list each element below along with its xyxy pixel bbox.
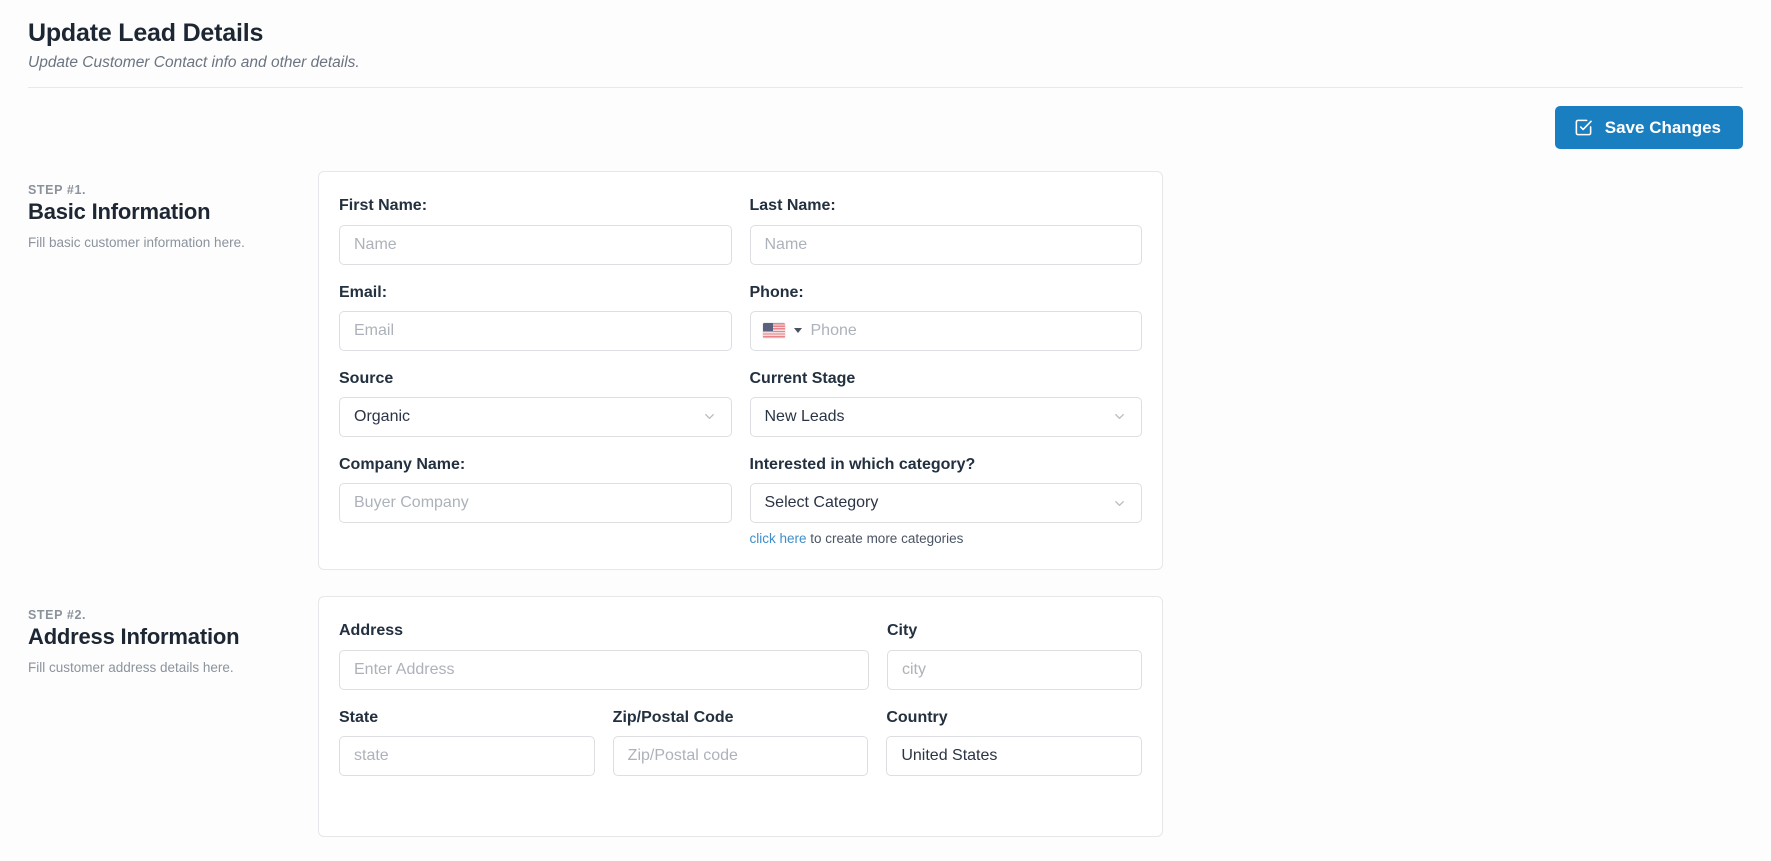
address-placeholder: Enter Address bbox=[354, 660, 455, 678]
email-input[interactable]: Email bbox=[339, 310, 732, 351]
current-stage-group: Current Stage New Leads bbox=[749, 369, 1142, 437]
last-name-placeholder: Name bbox=[764, 235, 808, 253]
step-1-kicker: STEP #1. bbox=[28, 183, 87, 198]
step-1-aside: STEP #1. Basic Information Fill basic cu… bbox=[28, 171, 318, 251]
step-basic-information: STEP #1. Basic Information Fill basic cu… bbox=[0, 171, 1771, 571]
chevron-down-icon bbox=[702, 409, 717, 424]
update-lead-details-page: Update Lead Details Update Customer Cont… bbox=[0, 0, 1771, 861]
first-name-group: First Name: Name bbox=[339, 196, 732, 265]
company-name-group: Company Name: Buyer Company bbox=[339, 455, 732, 547]
step-2-heading: Address Information bbox=[28, 624, 240, 650]
category-select[interactable]: Select Category bbox=[749, 483, 1142, 524]
page-title: Update Lead Details bbox=[28, 19, 264, 47]
company-name-placeholder: Buyer Company bbox=[354, 494, 469, 512]
state-label: State bbox=[339, 708, 379, 726]
step-1-heading: Basic Information bbox=[28, 199, 211, 225]
city-input[interactable]: city bbox=[887, 649, 1142, 690]
chevron-down-icon bbox=[1112, 409, 1127, 424]
address-group: Address Enter Address bbox=[339, 621, 869, 690]
chevron-down-icon bbox=[1112, 496, 1127, 511]
city-label: City bbox=[887, 622, 918, 640]
first-name-input[interactable]: Name bbox=[339, 224, 732, 265]
step-2-description: Fill customer address details here. bbox=[28, 659, 234, 675]
address-information-card: Address Enter Address City city State st… bbox=[318, 596, 1163, 837]
company-name-input[interactable]: Buyer Company bbox=[339, 483, 732, 524]
step-1-description: Fill basic customer information here. bbox=[28, 234, 245, 250]
source-label: Source bbox=[339, 369, 394, 387]
country-value: United States bbox=[901, 746, 998, 764]
email-group: Email: Email bbox=[339, 283, 732, 351]
city-group: City city bbox=[887, 621, 1142, 690]
us-flag-icon[interactable] bbox=[762, 323, 785, 339]
zip-label: Zip/Postal Code bbox=[612, 708, 734, 726]
country-label: Country bbox=[886, 708, 948, 726]
create-categories-link[interactable]: click here bbox=[750, 531, 807, 546]
company-category-row: Company Name: Buyer Company Interested i… bbox=[339, 455, 1142, 547]
state-placeholder: state bbox=[354, 746, 389, 764]
page-header: Update Lead Details Update Customer Cont… bbox=[0, 0, 1771, 73]
category-label: Interested in which category? bbox=[749, 455, 976, 473]
category-group: Interested in which category? Select Cat… bbox=[749, 455, 1143, 547]
phone-label: Phone: bbox=[749, 283, 804, 301]
state-zip-country-row: State state Zip/Postal Code Zip/Postal c… bbox=[339, 708, 1143, 776]
city-placeholder: city bbox=[902, 660, 926, 678]
address-label: Address bbox=[339, 622, 404, 640]
actions-row: Save Changes bbox=[0, 88, 1771, 150]
save-changes-button[interactable]: Save Changes bbox=[1554, 106, 1743, 150]
last-name-label: Last Name: bbox=[749, 197, 836, 215]
create-categories-hint-text: to create more categories bbox=[806, 531, 964, 547]
phone-group: Phone: Phone bbox=[749, 283, 1142, 351]
last-name-group: Last Name: Name bbox=[749, 196, 1142, 265]
first-name-label: First Name: bbox=[339, 197, 428, 215]
zip-placeholder: Zip/Postal code bbox=[627, 746, 738, 764]
check-square-icon bbox=[1574, 118, 1593, 137]
zip-group: Zip/Postal Code Zip/Postal code bbox=[612, 708, 869, 776]
current-stage-select[interactable]: New Leads bbox=[749, 396, 1142, 437]
country-code-chevron-down-icon[interactable] bbox=[793, 328, 802, 334]
contact-row: Email: Email Phone: Phone bbox=[339, 283, 1142, 351]
zip-input[interactable]: Zip/Postal code bbox=[612, 735, 869, 776]
company-name-label: Company Name: bbox=[339, 455, 466, 473]
name-row: First Name: Name Last Name: Name bbox=[339, 196, 1142, 265]
state-group: State state bbox=[339, 708, 595, 776]
source-stage-row: Source Organic Current Stage New Leads bbox=[339, 369, 1142, 437]
country-group: Country United States bbox=[886, 708, 1143, 776]
first-name-placeholder: Name bbox=[354, 235, 397, 253]
save-changes-label: Save Changes bbox=[1604, 118, 1721, 138]
address-city-row: Address Enter Address City city bbox=[339, 621, 1142, 690]
source-value: Organic bbox=[354, 407, 411, 425]
last-name-input[interactable]: Name bbox=[749, 224, 1142, 265]
basic-information-card: First Name: Name Last Name: Name Email: bbox=[318, 171, 1163, 571]
email-placeholder: Email bbox=[354, 321, 395, 339]
page-subtitle: Update Customer Contact info and other d… bbox=[28, 54, 360, 72]
category-hint: click here to create more categories bbox=[750, 531, 1143, 547]
state-input[interactable]: state bbox=[339, 735, 595, 776]
address-input[interactable]: Enter Address bbox=[339, 649, 869, 690]
category-value: Select Category bbox=[764, 494, 879, 512]
source-select[interactable]: Organic bbox=[339, 396, 732, 437]
step-2-aside: STEP #2. Address Information Fill custom… bbox=[28, 596, 318, 676]
current-stage-label: Current Stage bbox=[749, 369, 856, 387]
source-group: Source Organic bbox=[339, 369, 732, 437]
step-address-information: STEP #2. Address Information Fill custom… bbox=[0, 596, 1771, 837]
phone-input[interactable]: Phone bbox=[749, 310, 1142, 351]
country-input[interactable]: United States bbox=[886, 735, 1143, 776]
phone-placeholder: Phone bbox=[810, 321, 857, 339]
email-label: Email: bbox=[339, 283, 388, 301]
current-stage-value: New Leads bbox=[764, 407, 845, 425]
step-2-kicker: STEP #2. bbox=[28, 608, 87, 623]
